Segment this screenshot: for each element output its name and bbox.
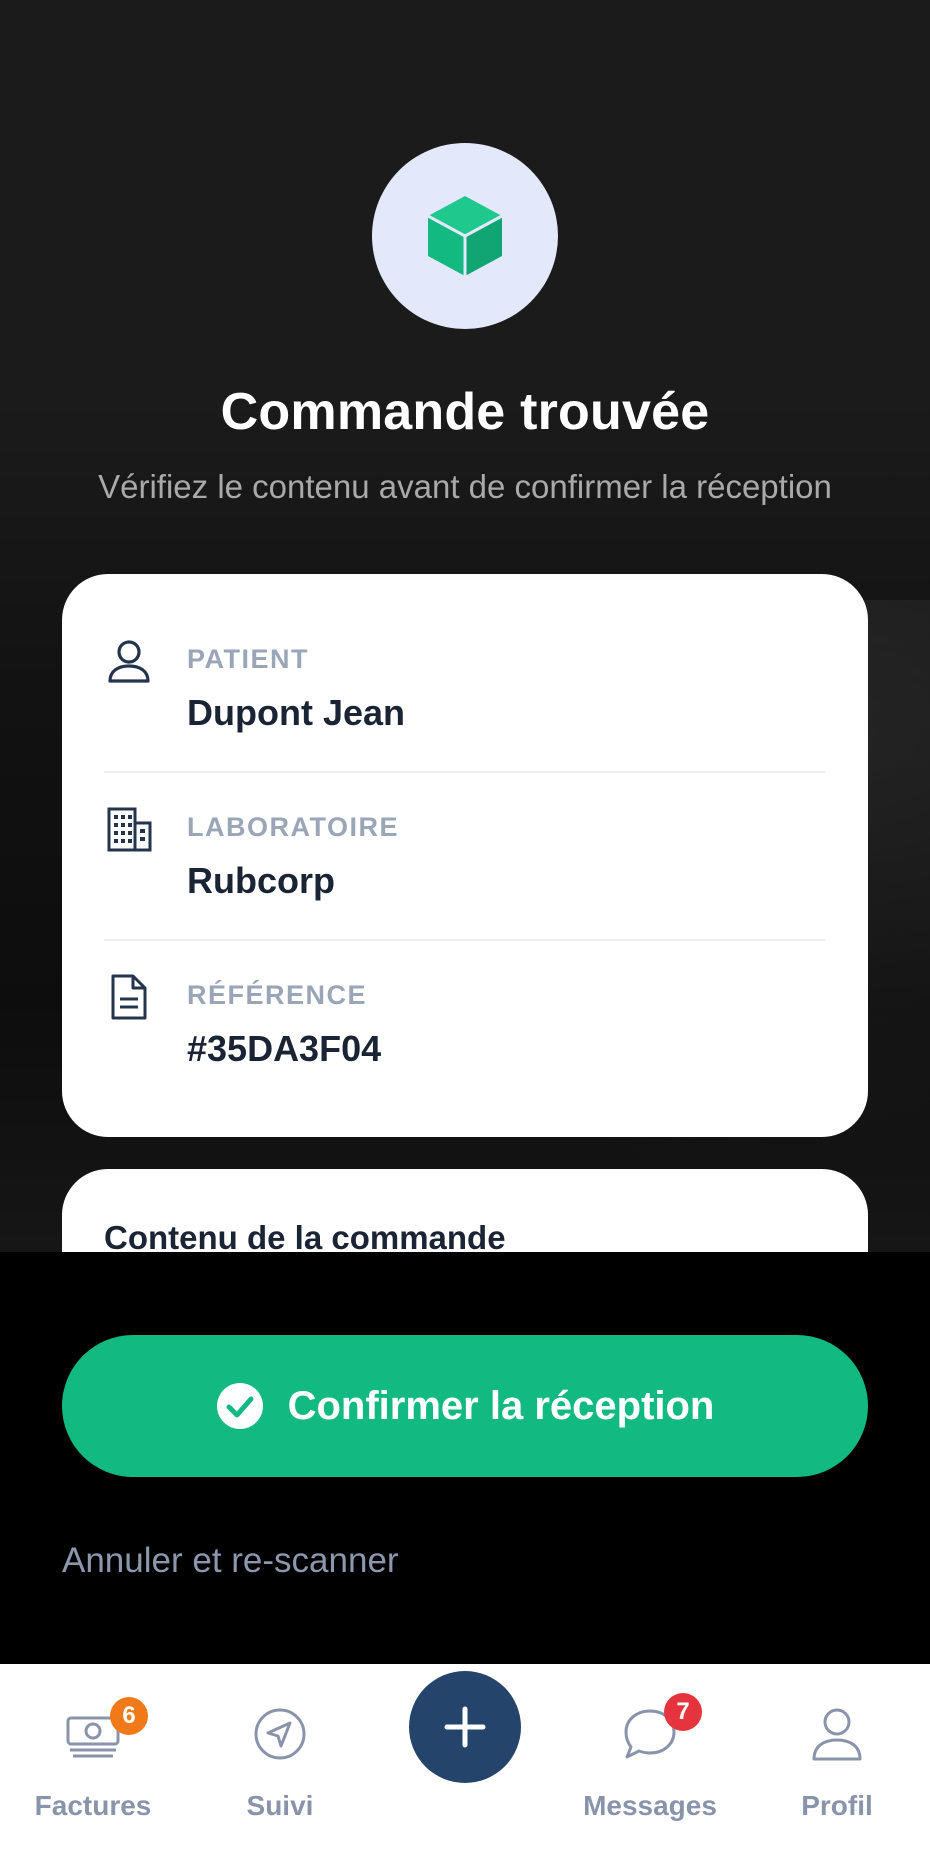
user-icon bbox=[812, 1708, 862, 1761]
nav-label: Factures bbox=[34, 1790, 152, 1821]
nav-label: Suivi bbox=[246, 1790, 314, 1821]
detail-row-laboratory: LABORATOIRE Rubcorp bbox=[62, 742, 868, 910]
nav-item-profil[interactable]: Profil bbox=[747, 1664, 927, 1851]
building-icon bbox=[107, 807, 152, 852]
detail-label: RÉFÉRENCE bbox=[187, 980, 368, 1010]
nav-item-suivi[interactable]: Suivi bbox=[190, 1664, 370, 1851]
add-button[interactable] bbox=[409, 1671, 521, 1783]
detail-label: PATIENT bbox=[187, 644, 309, 674]
nav-label: Profil bbox=[801, 1790, 873, 1821]
detail-value: Dupont Jean bbox=[187, 692, 406, 733]
nav-item-factures[interactable]: 6 Factures bbox=[3, 1664, 183, 1851]
nav-label: Messages bbox=[583, 1790, 717, 1821]
package-icon-circle bbox=[372, 143, 558, 329]
badge: 7 bbox=[664, 1693, 702, 1731]
detail-row-reference: RÉFÉRENCE #35DA3F04 bbox=[62, 910, 868, 1078]
detail-value: #35DA3F04 bbox=[187, 1028, 382, 1069]
detail-label: LABORATOIRE bbox=[187, 812, 399, 842]
package-icon bbox=[427, 196, 503, 276]
confirm-reception-button[interactable]: Confirmer la réception bbox=[62, 1335, 868, 1477]
document-icon bbox=[111, 974, 147, 1020]
navigation-icon bbox=[254, 1708, 306, 1760]
order-contents-card: Contenu de la commande bbox=[62, 1169, 868, 1252]
order-contents-heading: Contenu de la commande bbox=[104, 1219, 506, 1252]
order-details-card: PATIENT Dupont Jean LABORATOIRE Rubcorp … bbox=[62, 574, 868, 1137]
nav-item-messages[interactable]: 7 Messages bbox=[560, 1664, 740, 1851]
user-icon bbox=[108, 640, 150, 683]
detail-row-patient: PATIENT Dupont Jean bbox=[62, 574, 868, 742]
badge: 6 bbox=[110, 1697, 148, 1735]
page-subtitle: Vérifiez le contenu avant de confirmer l… bbox=[98, 468, 832, 505]
detail-value: Rubcorp bbox=[187, 860, 335, 901]
cancel-rescan-link[interactable]: Annuler et re-scanner bbox=[62, 1541, 399, 1581]
plus-icon bbox=[444, 1706, 486, 1748]
page-title: Commande trouvée bbox=[220, 383, 710, 441]
check-circle-icon bbox=[216, 1383, 263, 1429]
confirm-reception-label: Confirmer la réception bbox=[287, 1383, 715, 1428]
